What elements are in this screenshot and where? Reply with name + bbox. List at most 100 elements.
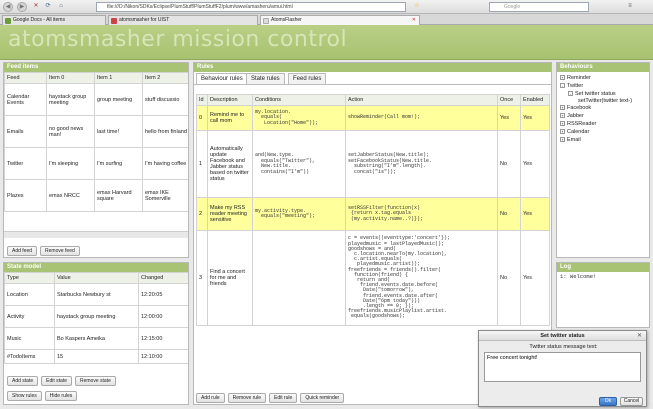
browser-tab[interactable]: atomsmasher for UIST	[108, 15, 258, 25]
table-row[interactable]: Plazes emax NRCC emax Harvard square emax I…	[4, 179, 188, 212]
forward-icon[interactable]: ▶	[17, 2, 27, 12]
collapse-icon[interactable]: -	[560, 83, 565, 89]
table-row-selected[interactable]: 0 Remind me to call mom my.location. equ…	[196, 105, 550, 131]
column-header[interactable]: Item 1	[94, 72, 143, 84]
tree-item-rssreader[interactable]: + RSSReader	[560, 120, 646, 128]
tree-item-label: Facebook	[567, 105, 592, 111]
expand-icon[interactable]: +	[560, 105, 565, 111]
show-rules-button[interactable]: Show rules	[7, 391, 42, 401]
expand-icon[interactable]: +	[560, 113, 565, 119]
collapse-icon[interactable]: -	[568, 91, 573, 97]
column-header[interactable]: Changed	[138, 272, 188, 284]
table-row[interactable]: 3 Find a concert for me and friends c = …	[196, 230, 550, 326]
rule-once: No	[497, 230, 521, 326]
home-icon[interactable]: ⌂	[56, 2, 66, 12]
column-header[interactable]: Feed	[4, 72, 47, 84]
tree-item-label: Jabber	[567, 113, 584, 119]
add-state-button[interactable]: Add state	[7, 376, 39, 386]
add-rule-button[interactable]: Add rule	[196, 393, 225, 403]
table-row[interactable]: 1 Automatically update Facebook and Jabb…	[196, 130, 550, 198]
state-buttons: Add state Edit state Remove state	[7, 376, 119, 386]
table-cell: Activity	[4, 305, 55, 328]
tree-item-jabber[interactable]: + Jabber	[560, 112, 646, 120]
column-header[interactable]: Conditions	[252, 94, 346, 106]
url-bar[interactable]: file:///D:/Nikon/SDKs/Eclipse/PlumStuff/…	[96, 2, 406, 12]
tab-state-rules[interactable]: State rules	[246, 73, 285, 84]
expand-icon[interactable]: +	[560, 75, 565, 81]
expand-icon[interactable]: +	[560, 121, 565, 127]
rule-description: Automatically update Facebook and Jabber…	[207, 130, 253, 198]
app-title: atomsmasher mission control	[8, 27, 348, 52]
table-row[interactable]: Twitter I'm sleeping I'm surfing I'm having…	[4, 147, 188, 180]
rule-id: 2	[196, 197, 208, 231]
panel-title: State model	[4, 263, 188, 272]
table-header-row: Feed Item 0 Item 1 Item 2	[4, 72, 188, 84]
table-row[interactable]: 2 Make my RSS reader meeting sensitive m…	[196, 197, 550, 231]
stop-icon[interactable]: ✕	[31, 2, 41, 12]
cancel-button[interactable]: Cancel	[620, 397, 643, 406]
hide-rules-button[interactable]: Hide rules	[44, 391, 78, 401]
close-icon[interactable]: ✕	[637, 331, 642, 341]
tab-feed-rules[interactable]: Feed rules	[288, 73, 327, 84]
edit-rule-button[interactable]: Edit rule	[268, 393, 298, 403]
reload-icon[interactable]: ⟳	[43, 2, 53, 12]
tree-item-twitter[interactable]: - Twitter	[560, 82, 646, 90]
rule-conditions: my.activity.type. equals("meeting");	[252, 197, 346, 231]
state-table: Type Value Changed Location Starbucks New…	[4, 272, 188, 364]
tree-item-reminder[interactable]: + Reminder	[560, 74, 646, 82]
tree-item-email[interactable]: + Email	[560, 136, 646, 144]
expand-icon[interactable]: +	[560, 129, 565, 135]
table-row[interactable]: #TodoItems 15 12:10:00	[4, 349, 188, 364]
table-cell: stuff discussio	[142, 83, 188, 116]
rule-description: Make my RSS reader meeting sensitive	[207, 197, 253, 231]
browser-tab[interactable]: Google Docs - All items	[2, 15, 106, 25]
column-header[interactable]: Enabled	[520, 94, 550, 106]
table-cell: emax IKE Somerville	[142, 179, 188, 212]
edit-state-button[interactable]: Edit state	[41, 376, 72, 386]
column-header[interactable]: Type	[4, 272, 55, 284]
tree-item-set-twitter-status[interactable]: - Set twitter status	[560, 90, 646, 98]
column-header[interactable]: Item 2	[142, 72, 188, 84]
table-row[interactable]: Calendar Events haystack group meeting gro…	[4, 83, 188, 116]
add-feed-button[interactable]: Add feed	[7, 246, 38, 256]
rule-enabled: Yes	[520, 130, 550, 198]
bookmark-star-icon[interactable]: ☆	[412, 2, 422, 12]
table-row[interactable]: Emails no good news man! last time! hello f…	[4, 115, 188, 148]
table-row[interactable]: Music Bo Kaspers Ameika 12:15:00	[4, 327, 188, 350]
quick-reminder-button[interactable]: Quick reminder	[300, 393, 345, 403]
tree-item-calendar[interactable]: + Calendar	[560, 128, 646, 136]
rules-toggle-buttons: Show rules Hide rules	[7, 391, 80, 401]
menu-icon[interactable]: ≡	[625, 2, 635, 12]
back-icon[interactable]: ◀	[3, 2, 13, 12]
search-input[interactable]: Google	[489, 2, 589, 12]
status-text-input[interactable]: Free concert tonight!	[484, 352, 641, 382]
column-header[interactable]: Id	[196, 94, 208, 106]
remove-state-button[interactable]: Remove state	[75, 376, 116, 386]
expand-icon[interactable]: +	[560, 137, 565, 143]
column-header[interactable]: Once	[497, 94, 521, 106]
table-cell: I'm surfing	[94, 147, 143, 180]
set-twitter-status-dialog: Set twitter status ✕ Twitter status mess…	[478, 330, 647, 407]
tree-item-facebook[interactable]: + Facebook	[560, 104, 646, 112]
browser-tab-active[interactable]: AtomsFlasher ✕	[260, 15, 420, 25]
column-header[interactable]: Value	[54, 272, 139, 284]
table-cell: 15	[54, 349, 139, 364]
tab-behaviour-rules[interactable]: Behaviour rules	[196, 73, 248, 84]
rule-enabled: Yes	[520, 230, 550, 326]
rule-id: 1	[196, 130, 208, 198]
browser-toolbar: ◀ ▶ ✕ ⟳ ⌂ file:///D:/Nikon/SDKs/Eclipse/…	[0, 0, 653, 14]
table-row[interactable]: Location Starbucks Newbury st 12:20:05	[4, 283, 188, 306]
horizontal-scrollbar[interactable]	[4, 231, 188, 238]
table-cell: Emails	[4, 115, 47, 148]
rule-action: setRSSFilter(function(x) {return x.tag.e…	[345, 197, 498, 231]
column-header[interactable]: Item 0	[46, 72, 95, 84]
remove-feed-button[interactable]: Remove feed	[40, 246, 80, 256]
column-header[interactable]: Action	[345, 94, 498, 106]
close-tab-icon[interactable]: ✕	[412, 16, 416, 25]
remove-rule-button[interactable]: Remove rule	[227, 393, 266, 403]
log-panel: Log 1: Welcome!	[556, 262, 650, 328]
column-header[interactable]: Description	[207, 94, 253, 106]
table-row[interactable]: Activity haystack group meeting 12:00:00	[4, 305, 188, 328]
behaviours-tree: + Reminder - Twitter - Set twitter status s…	[557, 72, 649, 146]
ok-button[interactable]: Ok	[599, 397, 617, 406]
